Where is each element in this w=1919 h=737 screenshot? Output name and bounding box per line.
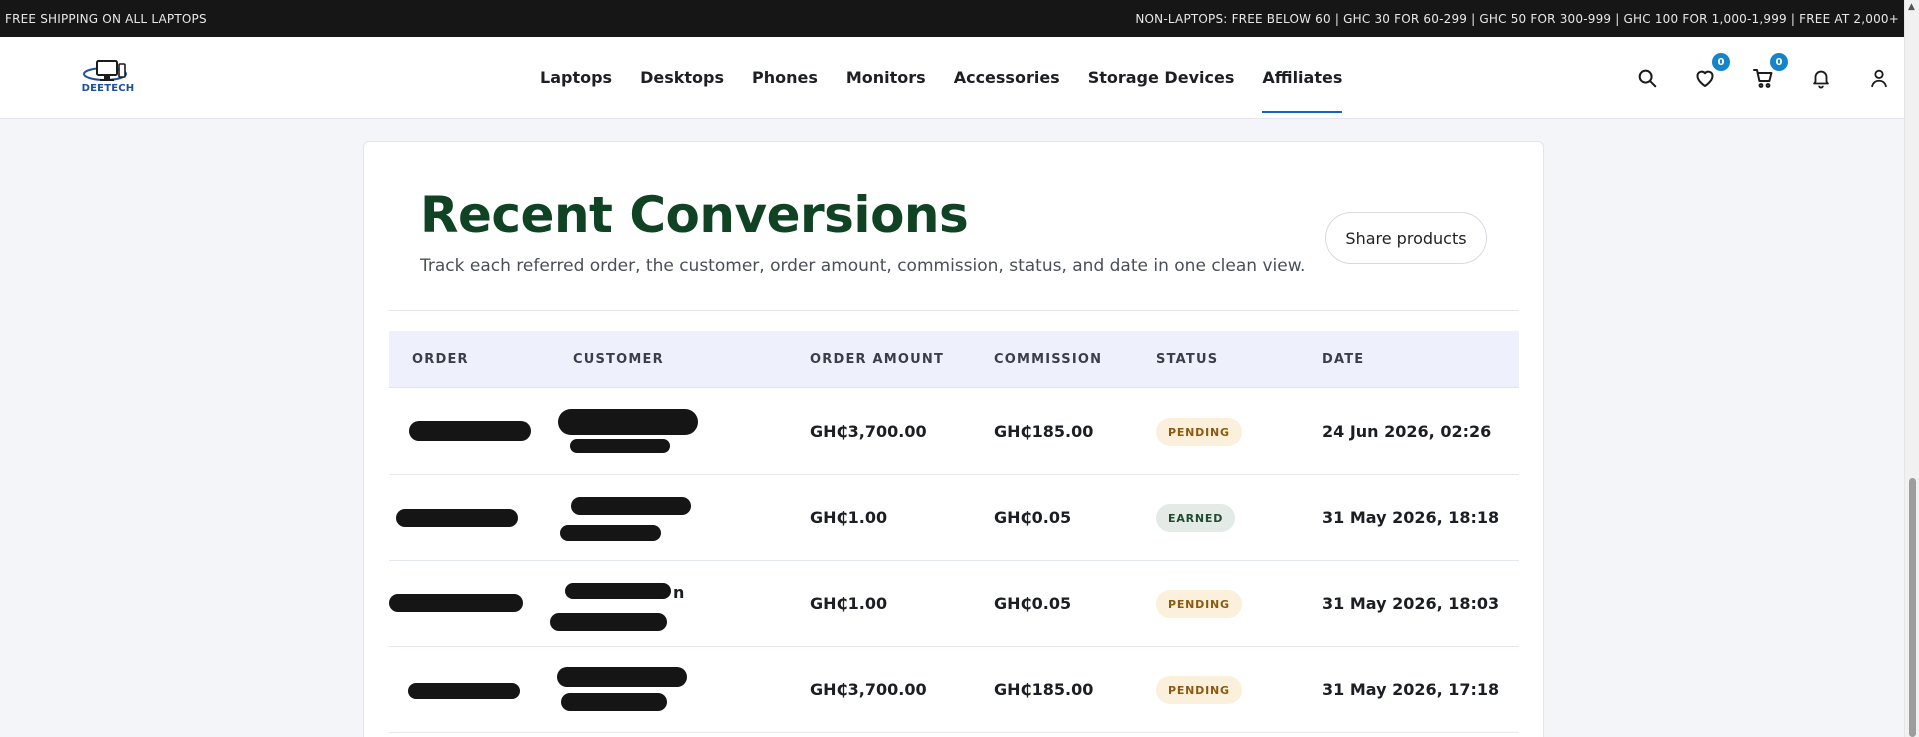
announcement-bar: FREE SHIPPING ON ALL LAPTOPS NON-LAPTOPS…	[0, 0, 1904, 37]
header-customer: CUSTOMER	[573, 352, 664, 367]
header-commission: COMMISSION	[994, 352, 1103, 367]
site-header: DEETECH Laptops Desktops Phones Monitors…	[0, 37, 1904, 119]
recent-conversions-card: Recent Conversions Track each referred o…	[363, 141, 1544, 737]
table-row[interactable]: GH₵3,700.00 GH₵185.00 PENDING 24 Jun 202…	[389, 389, 1519, 475]
order-date: 31 May 2026, 18:18	[1322, 508, 1500, 527]
table-row[interactable]: GH₵1.00 GH₵0.05 EARNED 31 May 2026, 18:1…	[389, 475, 1519, 561]
order-amount: GH₵1.00	[810, 594, 888, 613]
status-badge: PENDING	[1156, 590, 1242, 618]
wishlist-count-badge: 0	[1712, 53, 1730, 71]
commission: GH₵185.00	[994, 680, 1094, 699]
order-date: 31 May 2026, 18:03	[1322, 594, 1500, 613]
nav-laptops[interactable]: Laptops	[540, 37, 612, 119]
account-button[interactable]	[1864, 63, 1894, 93]
share-products-button[interactable]: Share products	[1325, 212, 1487, 264]
order-id-redacted	[396, 509, 518, 527]
nav-storage-devices[interactable]: Storage Devices	[1088, 37, 1235, 119]
announcement-right: NON-LAPTOPS: FREE BELOW 60 | GHC 30 FOR …	[1135, 11, 1899, 26]
search-button[interactable]	[1632, 63, 1662, 93]
customer-name-redacted	[558, 409, 698, 435]
order-amount: GH₵3,700.00	[810, 422, 927, 441]
nav-phones[interactable]: Phones	[752, 37, 818, 119]
header-actions: 0 0	[1632, 53, 1894, 93]
cart-icon	[1753, 69, 1773, 88]
order-id-redacted	[408, 683, 520, 699]
scrollbar-thumb[interactable]	[1909, 478, 1916, 737]
customer-email-redacted	[550, 613, 667, 631]
brand-logo[interactable]: DEETECH	[80, 59, 136, 99]
user-icon	[1871, 69, 1887, 88]
bell-icon	[1813, 70, 1829, 89]
commission: GH₵0.05	[994, 594, 1072, 613]
notifications-button[interactable]	[1806, 63, 1836, 93]
page-title: Recent Conversions	[420, 186, 969, 244]
heart-icon	[1696, 70, 1714, 87]
brand-name: DEETECH	[81, 83, 135, 94]
scroll-up-icon[interactable]: ▲	[1908, 2, 1915, 12]
table-row[interactable]: n GH₵1.00 GH₵0.05 PENDING 31 May 2026, 1…	[389, 561, 1519, 647]
main-nav: Laptops Desktops Phones Monitors Accesso…	[540, 37, 1343, 119]
announcement-left: FREE SHIPPING ON ALL LAPTOPS	[5, 11, 207, 26]
header-status: STATUS	[1156, 352, 1219, 367]
header-date: DATE	[1322, 352, 1365, 367]
nav-desktops[interactable]: Desktops	[640, 37, 724, 119]
order-id-redacted	[409, 421, 531, 441]
nav-affiliates[interactable]: Affiliates	[1262, 37, 1343, 119]
order-date: 24 Jun 2026, 02:26	[1322, 422, 1492, 441]
status-badge: PENDING	[1156, 676, 1242, 704]
table-row[interactable]: GH₵3,700.00 GH₵185.00 PENDING 31 May 202…	[389, 647, 1519, 733]
customer-email-redacted	[560, 525, 661, 541]
order-date: 31 May 2026, 17:18	[1322, 680, 1500, 699]
status-badge: PENDING	[1156, 418, 1242, 446]
page-subtitle: Track each referred order, the customer,…	[420, 256, 1306, 276]
order-id-redacted	[389, 594, 523, 612]
cart-count-badge: 0	[1770, 53, 1788, 71]
commission: GH₵185.00	[994, 422, 1094, 441]
customer-name-redacted	[571, 497, 691, 515]
customer-name-redacted	[557, 667, 687, 687]
order-amount: GH₵3,700.00	[810, 680, 927, 699]
header-order-amount: ORDER AMOUNT	[810, 352, 945, 367]
cart-button[interactable]: 0	[1748, 53, 1788, 93]
header-order: ORDER	[412, 352, 469, 367]
commission: GH₵0.05	[994, 508, 1072, 527]
monitor-logo-icon	[83, 60, 127, 81]
table-header: ORDER CUSTOMER ORDER AMOUNT COMMISSION S…	[389, 331, 1519, 388]
nav-monitors[interactable]: Monitors	[846, 37, 926, 119]
customer-email-redacted	[561, 693, 667, 711]
customer-email-redacted	[570, 439, 670, 453]
order-amount: GH₵1.00	[810, 508, 888, 527]
customer-name-fragment: n	[673, 583, 685, 602]
divider	[389, 310, 1519, 311]
page-scrollbar[interactable]: ▲	[1904, 0, 1919, 737]
nav-accessories[interactable]: Accessories	[954, 37, 1060, 119]
status-badge: EARNED	[1156, 504, 1236, 532]
search-icon	[1638, 69, 1657, 88]
customer-name-redacted	[565, 583, 671, 599]
wishlist-button[interactable]: 0	[1690, 53, 1730, 93]
